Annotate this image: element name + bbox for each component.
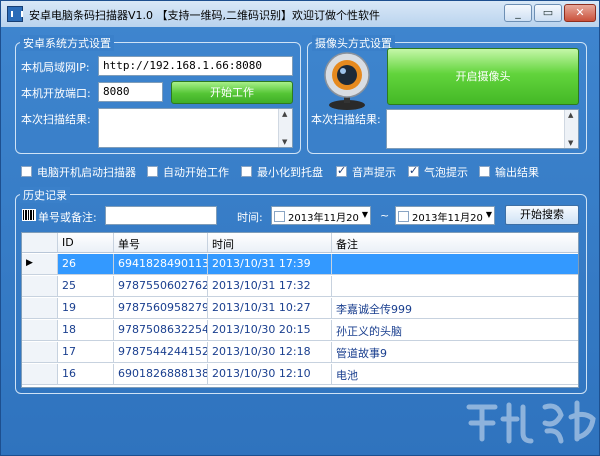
search-button[interactable]: 开始搜索 [505,205,579,225]
search-button-label: 开始搜索 [520,208,564,221]
cell-note: 管道故事9 [336,347,387,360]
row-header-corner [22,233,58,252]
column-header-code[interactable]: 单号 [114,233,208,252]
cell-time: 2013/10/30 12:18 [208,342,332,362]
cell-code: 9787544244152 [114,342,208,362]
checkbox[interactable] [241,166,252,177]
date-to-checkbox[interactable] [398,211,409,222]
date-separator: ~ [380,209,390,222]
option-bubble[interactable]: 气泡提示 [408,164,468,180]
option-output[interactable]: 输出结果 [479,164,539,180]
minimize-button[interactable]: _ [504,4,532,22]
start-work-button[interactable]: 开始工作 [171,81,293,104]
watermark-logo [466,400,596,444]
column-header-time[interactable]: 时间 [208,233,332,252]
camera-settings-legend: 摄像头方式设置 [312,35,395,51]
table-row[interactable]: 19 9787560958279 2013/10/31 10:27 李嘉诚全传9… [22,298,578,319]
start-work-label: 开始工作 [210,86,254,99]
date-to-picker[interactable]: 2013年11月20 ▼ [395,206,495,225]
ip-label: 本机局域网IP: [21,61,90,74]
table-row[interactable]: ▶ 26 6941828490113 2013/10/31 17:39 [22,254,578,275]
history-legend: 历史记录 [20,187,70,203]
cell-id: 26 [58,254,114,274]
history-table[interactable]: ID 单号 时间 备注 ▶ 26 6941828490113 2013/10/3… [21,232,579,388]
cell-note [332,254,580,274]
app-icon [7,6,23,22]
option-auto-start[interactable]: 自动开始工作 [147,164,229,180]
table-header: ID 单号 时间 备注 [22,233,578,253]
row-header [22,364,58,384]
date-from-picker[interactable]: 2013年11月20 ▼ [271,206,371,225]
ip-field[interactable]: http://192.168.1.66:8080 [98,56,293,76]
android-result-label: 本次扫描结果: [21,113,91,126]
column-header-id[interactable]: ID [58,233,114,252]
window-title: 安卓电脑条码扫描器V1.0 【支持一维码,二维码识别】欢迎订做个性软件 [29,9,381,22]
checkbox[interactable] [479,166,490,177]
checkbox[interactable] [147,166,158,177]
keyword-field[interactable] [105,206,217,225]
column-header-note[interactable]: 备注 [332,233,580,252]
dropdown-arrow-icon[interactable]: ▼ [486,210,492,219]
cell-code: 9787560958279 [114,298,208,318]
cell-time: 2013/10/31 10:27 [208,298,332,318]
camera-result-label: 本次扫描结果: [311,113,381,126]
keyword-label: 单号或备注: [38,211,97,224]
table-row[interactable]: 16 6901826888138 2013/10/30 12:10 电池 [22,364,578,385]
row-indicator-icon: ▶ [22,254,58,274]
time-label: 时间: [237,211,263,224]
option-sound[interactable]: 音声提示 [336,164,396,180]
open-camera-button[interactable]: 开启摄像头 [387,48,579,105]
cell-id: 17 [58,342,114,362]
table-row[interactable]: 18 9787508632254 2013/10/30 20:15 孙正义的头脑 [22,320,578,341]
checkbox-checked[interactable] [336,164,347,177]
cell-time: 2013/10/31 17:32 [208,276,332,296]
cell-id: 25 [58,276,114,296]
close-icon: ✕ [575,6,585,19]
cell-id: 16 [58,364,114,384]
date-from-checkbox[interactable] [274,211,285,222]
row-header [22,276,58,296]
cell-note [332,276,580,296]
cell-id: 19 [58,298,114,318]
cell-code: 6941828490113 [114,254,208,274]
checkbox[interactable] [21,166,32,177]
row-header [22,342,58,362]
android-result-scrollbar[interactable] [278,109,292,147]
app-window: 安卓电脑条码扫描器V1.0 【支持一维码,二维码识别】欢迎订做个性软件 _ ▭ … [0,0,600,456]
cell-id: 18 [58,320,114,340]
dropdown-arrow-icon[interactable]: ▼ [362,210,368,219]
checkbox-checked[interactable] [408,164,419,177]
android-result-box[interactable] [98,108,293,148]
option-startup[interactable]: 电脑开机启动扫描器 [21,164,136,180]
cell-time: 2013/10/31 17:39 [208,254,332,274]
close-button[interactable]: ✕ [564,4,596,22]
barcode-icon [22,209,36,221]
table-row[interactable]: 25 9787550602762 2013/10/31 17:32 [22,276,578,297]
title-bar: 安卓电脑条码扫描器V1.0 【支持一维码,二维码识别】欢迎订做个性软件 _ ▭ … [1,1,599,27]
cell-note: 电池 [336,369,358,382]
port-field[interactable]: 8080 [98,82,163,102]
cell-time: 2013/10/30 12:10 [208,364,332,384]
camera-result-scrollbar[interactable] [564,110,578,148]
table-row[interactable]: 17 9787544244152 2013/10/30 12:18 管道故事9 [22,342,578,363]
row-header [22,320,58,340]
cell-note: 孙正义的头脑 [336,325,402,338]
webcam-icon [324,52,370,110]
open-camera-label: 开启摄像头 [455,70,511,83]
cell-code: 9787508632254 [114,320,208,340]
cell-time: 2013/10/30 20:15 [208,320,332,340]
option-minimize-tray[interactable]: 最小化到托盘 [241,164,323,180]
cell-code: 6901826888138 [114,364,208,384]
cell-code: 9787550602762 [114,276,208,296]
maximize-icon: ▭ [542,6,554,19]
maximize-button[interactable]: ▭ [534,4,562,22]
android-settings-legend: 安卓系统方式设置 [20,35,114,51]
row-header [22,298,58,318]
port-label: 本机开放端口: [21,87,91,100]
camera-result-box[interactable] [386,109,579,149]
minimize-icon: _ [515,6,521,19]
cell-note: 李嘉诚全传999 [336,303,412,316]
